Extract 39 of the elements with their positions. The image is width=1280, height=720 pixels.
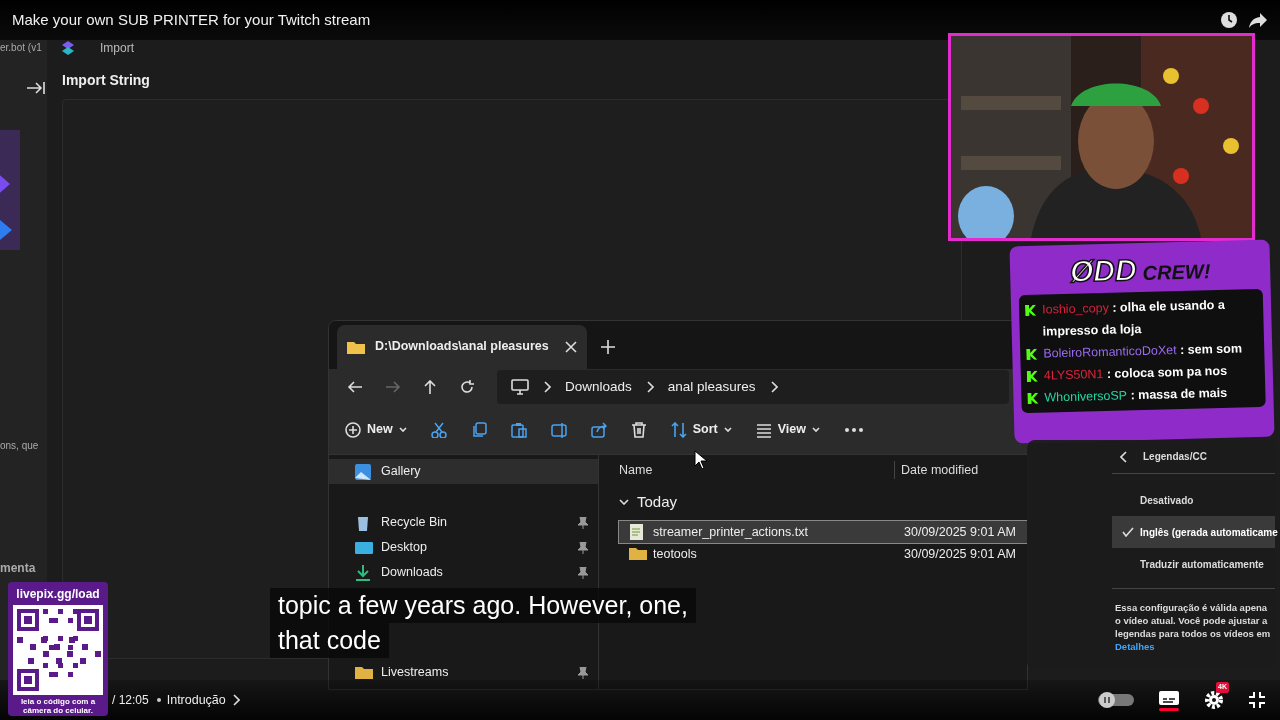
logo-text: ØDD bbox=[1069, 252, 1138, 290]
nav-item[interactable]: Livestreams bbox=[329, 660, 598, 685]
chapter-button[interactable]: Introdução bbox=[156, 690, 240, 710]
toolbar-button[interactable]: Sort bbox=[670, 420, 732, 439]
toolbar-button[interactable]: New bbox=[345, 420, 407, 439]
nav-item[interactable]: Recycle Bin bbox=[329, 510, 598, 535]
qr-url: livepix.gg/load bbox=[16, 586, 100, 603]
group-header[interactable]: Today bbox=[637, 490, 678, 514]
chat-message: WhoniversoSP : massa de mais bbox=[1044, 384, 1228, 407]
menu-option[interactable]: Desativado bbox=[1112, 484, 1275, 516]
breadcrumb-item[interactable]: Downloads bbox=[565, 376, 632, 398]
menu-title: Legendas/CC bbox=[1143, 450, 1207, 464]
chat-message: Ioshio_copy : olha ele usando a impresso da loja bbox=[1041, 296, 1226, 341]
time-display: / 12:05 bbox=[112, 692, 149, 709]
nav-item[interactable]: Downloads bbox=[329, 560, 598, 585]
column-header[interactable]: Date modified bbox=[894, 460, 979, 480]
chat-message: 4LYS50N1 : coloca som pa nos bbox=[1043, 362, 1228, 385]
address-bar[interactable]: Downloads anal pleasures bbox=[497, 370, 1009, 404]
nav-item[interactable]: Gallery bbox=[329, 459, 598, 484]
qr-caption: leia o código com a câmera do celular. bbox=[19, 697, 97, 715]
details-link[interactable]: Detalhes bbox=[1115, 641, 1155, 652]
sidebar-text: er.bot (v1 bbox=[0, 41, 42, 55]
nav-item[interactable]: Desktop bbox=[329, 535, 598, 560]
sidebar-text: ons, que bbox=[0, 439, 39, 453]
explorer-tab[interactable]: D:\Downloads\anal pleasures bbox=[337, 324, 587, 369]
import-heading: Import String bbox=[62, 71, 151, 90]
menu-option[interactable]: Traduzir automaticamente bbox=[1112, 548, 1275, 580]
video-title: Make your own SUB PRINTER for your Twitch stream bbox=[12, 9, 372, 30]
chat-message: BoleiroRomanticoDoXet : sem som bbox=[1043, 340, 1243, 363]
column-header[interactable]: Name bbox=[619, 460, 894, 480]
logo-text: CREW! bbox=[1142, 259, 1211, 286]
tab-title: D:\Downloads\anal pleasures bbox=[375, 338, 549, 356]
sidebar-text: menta bbox=[0, 560, 36, 577]
menu-note: Essa configuração é válida apena o vídeo atual. Você pode ajustar a legendas para todos os vídeos em Detalhes bbox=[1115, 601, 1271, 653]
import-tab[interactable]: Import bbox=[100, 38, 134, 57]
toolbar-button[interactable]: View bbox=[755, 420, 820, 439]
file-row[interactable]: streamer_printer_actions.txt 30/09/2025 9:01 AM bbox=[619, 521, 1027, 543]
file-row[interactable]: teotools 30/09/2025 9:01 AM bbox=[619, 543, 1027, 565]
breadcrumb-item[interactable]: anal pleasures bbox=[667, 376, 756, 398]
